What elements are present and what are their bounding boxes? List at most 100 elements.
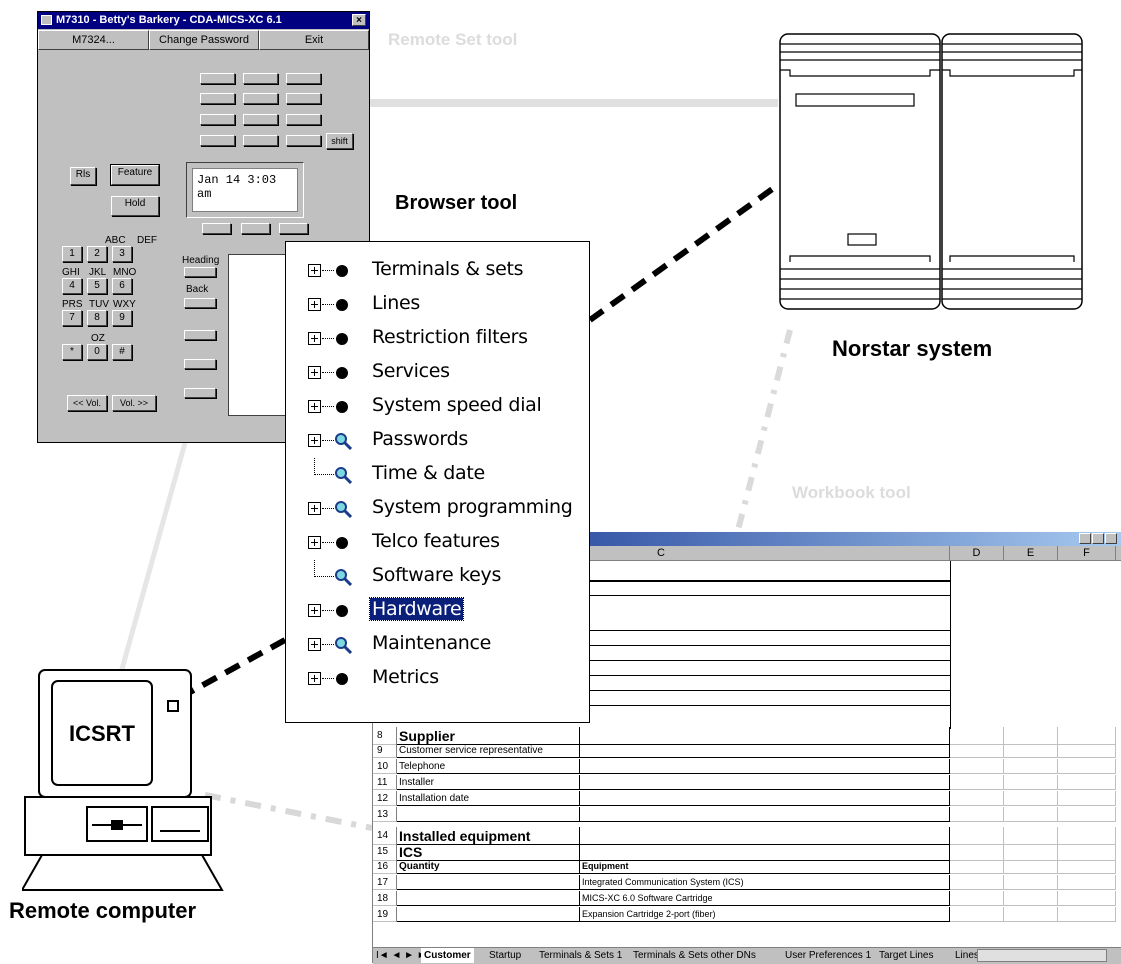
tree-item[interactable]: Restriction filters xyxy=(286,322,586,356)
expand-plus-icon[interactable] xyxy=(308,332,321,345)
cell-c[interactable]: Equipment xyxy=(580,859,950,874)
expand-plus-icon[interactable] xyxy=(308,366,321,379)
tree-item[interactable]: Services xyxy=(286,356,586,390)
soft-button[interactable] xyxy=(184,359,216,369)
exit-button[interactable]: Exit xyxy=(259,30,369,50)
soft-button[interactable] xyxy=(184,388,216,398)
cell-f[interactable] xyxy=(1058,891,1116,906)
tree-item[interactable]: System programming xyxy=(286,492,586,526)
tree-item[interactable]: Passwords xyxy=(286,424,586,458)
m7324-button[interactable]: M7324... xyxy=(38,30,149,50)
cell-d[interactable] xyxy=(950,807,1004,822)
tree-item[interactable]: Terminals & sets xyxy=(286,254,586,288)
memory-button[interactable] xyxy=(243,135,278,146)
cell-e[interactable] xyxy=(1004,907,1058,922)
memory-button[interactable] xyxy=(200,114,235,125)
memory-button[interactable] xyxy=(286,73,321,84)
hold-button[interactable]: Hold xyxy=(111,196,159,216)
tree-item[interactable]: Metrics xyxy=(286,662,586,696)
tree-item[interactable]: Time & date xyxy=(286,458,586,492)
cell-e[interactable] xyxy=(1004,743,1058,758)
minimize-icon[interactable] xyxy=(1079,533,1091,544)
column-header-e[interactable]: E xyxy=(1004,546,1058,561)
horizontal-scrollbar[interactable] xyxy=(977,949,1107,962)
cell-f[interactable] xyxy=(1058,775,1116,790)
soft-button[interactable] xyxy=(184,330,216,340)
cell-e[interactable] xyxy=(1004,859,1058,874)
tree-item[interactable]: System speed dial xyxy=(286,390,586,424)
key-5-button[interactable]: 5 xyxy=(87,278,107,294)
key-0-button[interactable]: 0 xyxy=(87,344,107,360)
cell-c[interactable]: Expansion Cartridge 2-port (fiber) xyxy=(580,907,950,922)
key-star-button[interactable]: * xyxy=(62,344,82,360)
cell-b[interactable]: Customer service representative xyxy=(397,743,580,758)
cell-d[interactable] xyxy=(950,791,1004,806)
tree-item[interactable]: Lines xyxy=(286,288,586,322)
row-number[interactable]: 9 xyxy=(373,743,397,758)
cell-b[interactable] xyxy=(397,875,580,890)
cell-b[interactable]: Installation date xyxy=(397,791,580,806)
expand-plus-icon[interactable] xyxy=(308,536,321,549)
expand-plus-icon[interactable] xyxy=(308,638,321,651)
cell-b[interactable] xyxy=(397,807,580,822)
cell-d[interactable] xyxy=(950,743,1004,758)
column-header-d[interactable]: D xyxy=(950,546,1004,561)
sheet-tab-target-lines[interactable]: Target Lines xyxy=(879,948,933,963)
cell-d[interactable] xyxy=(950,875,1004,890)
display-button[interactable] xyxy=(202,223,231,234)
change-password-button[interactable]: Change Password xyxy=(149,30,259,50)
cell-b[interactable]: Quantity xyxy=(397,859,580,874)
expand-plus-icon[interactable] xyxy=(308,264,321,277)
display-button[interactable] xyxy=(241,223,270,234)
key-6-button[interactable]: 6 xyxy=(112,278,132,294)
cell-e[interactable] xyxy=(1004,775,1058,790)
cell-c[interactable] xyxy=(580,791,950,806)
sheet-tab-user-preferences-1[interactable]: User Preferences 1 xyxy=(785,948,871,963)
cell-c[interactable] xyxy=(580,743,950,758)
cell-b[interactable]: Installer xyxy=(397,775,580,790)
sheet-tab-startup[interactable]: Startup xyxy=(489,948,521,963)
tree-item[interactable]: Maintenance xyxy=(286,628,586,662)
cell-f[interactable] xyxy=(1058,759,1116,774)
row-number[interactable]: 13 xyxy=(373,807,397,822)
cell-e[interactable] xyxy=(1004,875,1058,890)
cell-e[interactable] xyxy=(1004,807,1058,822)
key-8-button[interactable]: 8 xyxy=(87,310,107,326)
row-number[interactable]: 10 xyxy=(373,759,397,774)
key-7-button[interactable]: 7 xyxy=(62,310,82,326)
key-9-button[interactable]: 9 xyxy=(112,310,132,326)
expand-plus-icon[interactable] xyxy=(308,298,321,311)
close-icon[interactable]: × xyxy=(352,14,366,26)
memory-button[interactable] xyxy=(243,73,278,84)
cell-d[interactable] xyxy=(950,759,1004,774)
memory-button[interactable] xyxy=(243,93,278,104)
back-button[interactable] xyxy=(184,298,216,308)
tree-item[interactable]: Hardware xyxy=(286,594,586,628)
cell-e[interactable] xyxy=(1004,791,1058,806)
key-4-button[interactable]: 4 xyxy=(62,278,82,294)
expand-plus-icon[interactable] xyxy=(308,604,321,617)
expand-plus-icon[interactable] xyxy=(308,434,321,447)
cell-d[interactable] xyxy=(950,775,1004,790)
feature-button[interactable]: Feature xyxy=(110,164,160,186)
volume-down-button[interactable]: << Vol. xyxy=(67,395,107,411)
cell-d[interactable] xyxy=(950,907,1004,922)
cell-e[interactable] xyxy=(1004,891,1058,906)
sheet-tab-terminals-sets-1[interactable]: Terminals & Sets 1 xyxy=(539,948,622,963)
heading-button[interactable] xyxy=(184,267,216,277)
cell-b[interactable] xyxy=(397,907,580,922)
expand-plus-icon[interactable] xyxy=(308,672,321,685)
volume-up-button[interactable]: Vol. >> xyxy=(112,395,156,411)
memory-button[interactable] xyxy=(243,114,278,125)
cell-e[interactable] xyxy=(1004,759,1058,774)
display-button[interactable] xyxy=(279,223,308,234)
row-number[interactable]: 16 xyxy=(373,859,397,874)
cell-f[interactable] xyxy=(1058,875,1116,890)
cell-b[interactable] xyxy=(397,891,580,906)
cell-f[interactable] xyxy=(1058,807,1116,822)
tree-item[interactable]: Telco features xyxy=(286,526,586,560)
sheet-tab-customer[interactable]: Customer xyxy=(421,948,474,963)
memory-button[interactable] xyxy=(200,93,235,104)
cell-c[interactable] xyxy=(580,759,950,774)
shift-button[interactable]: shift xyxy=(326,133,353,149)
